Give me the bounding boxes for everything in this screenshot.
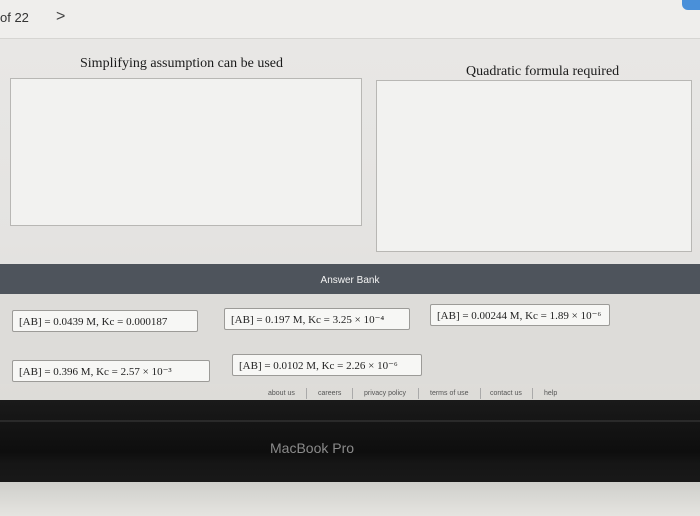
keyboard-deck [0,482,700,516]
footer-link-contact[interactable]: contact us [490,390,522,397]
page-count: of 22 [0,10,29,25]
footer-separator [480,388,481,399]
footer-link-terms[interactable]: terms of use [430,390,469,397]
answer-item[interactable]: [AB] = 0.0439 M, Kc = 0.000187 [12,310,198,332]
answer-bank-header: Answer Bank [0,264,700,294]
footer-link-help[interactable]: help [544,390,557,397]
footer-link-careers[interactable]: careers [318,390,341,397]
macbook-pro-label: MacBook Pro [270,440,355,456]
answer-item[interactable]: [AB] = 0.00244 M, Kc = 1.89 × 10⁻⁶ [430,304,610,326]
drop-zone-simplifying[interactable] [10,78,362,226]
top-accent [682,0,700,10]
next-arrow-icon[interactable]: > [56,8,65,26]
footer-link-privacy[interactable]: privacy policy [364,390,406,397]
answer-item[interactable]: [AB] = 0.396 M, Kc = 2.57 × 10⁻³ [12,360,210,382]
footer-link-about[interactable]: about us [268,390,295,397]
zone-title-quadratic: Quadratic formula required [466,64,620,79]
answer-item[interactable]: [AB] = 0.197 M, Kc = 3.25 × 10⁻⁴ [224,308,410,330]
footer-separator [418,388,419,399]
answer-item[interactable]: [AB] = 0.0102 M, Kc = 2.26 × 10⁻⁶ [232,354,422,376]
bezel-hinge-line [0,420,700,422]
footer-separator [532,388,533,399]
answer-bank: Answer Bank [AB] = 0.0439 M, Kc = 0.0001… [0,264,700,384]
footer-separator [352,388,353,399]
screen: of 22 > Simplifying assumption can be us… [0,0,700,400]
zone-title-simplifying: Simplifying assumption can be used [80,56,283,71]
footer-separator [306,388,307,399]
top-bar: of 22 > [0,0,700,39]
drop-zone-quadratic[interactable] [376,80,692,252]
